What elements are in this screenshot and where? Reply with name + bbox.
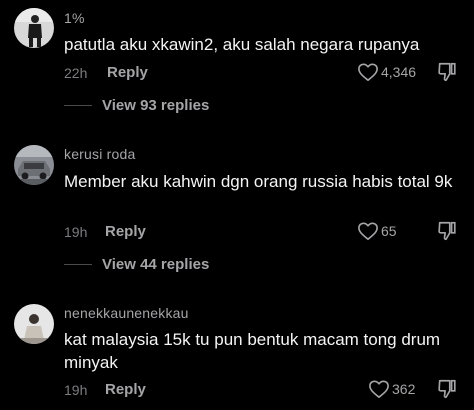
- like-count: 362: [392, 381, 416, 397]
- reply-button[interactable]: Reply: [105, 381, 146, 398]
- like-button[interactable]: 362: [368, 379, 415, 399]
- comment-item: nenekkaunenekkau kat malaysia 15k tu pun…: [0, 0, 474, 410]
- comment-username[interactable]: nenekkaunenekkau: [64, 305, 189, 321]
- avatar-person-icon: [14, 304, 54, 344]
- avatar[interactable]: [14, 304, 54, 344]
- comment-text: kat malaysia 15k tu pun bentuk macam ton…: [64, 330, 441, 372]
- comment-timestamp: 19h: [64, 382, 88, 398]
- dislike-icon[interactable]: [436, 378, 458, 400]
- heart-icon: [369, 380, 389, 398]
